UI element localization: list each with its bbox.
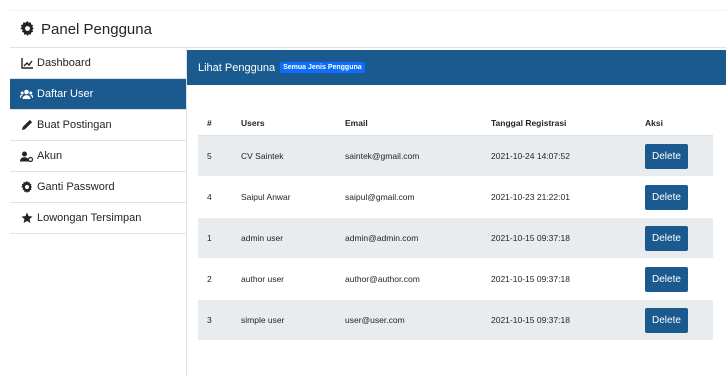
star-icon: [20, 212, 33, 225]
gear-icon: [20, 21, 36, 37]
cell-action: Delete: [636, 299, 713, 341]
cell-user: CV Saintek: [232, 135, 336, 177]
table-row: 3 simple user user@user.com 2021-10-15 0…: [198, 299, 713, 341]
card-header: Lihat Pengguna Semua Jenis Pengguna: [187, 50, 726, 85]
column-header-action: Aksi: [636, 110, 713, 136]
cell-email: saintek@gmail.com: [336, 135, 482, 177]
table-header-row: # Users Email Tanggal Registrasi Aksi: [198, 110, 713, 136]
delete-button[interactable]: Delete: [645, 143, 688, 169]
cell-id: 5: [198, 135, 232, 177]
sidebar-item-akun[interactable]: Akun: [10, 141, 186, 172]
card-title: Lihat Pengguna: [198, 61, 276, 74]
cell-action: Delete: [636, 176, 713, 218]
table-row: 5 CV Saintek saintek@gmail.com 2021-10-2…: [198, 135, 713, 177]
sidebar-item-label: Ganti Password: [37, 181, 115, 193]
cell-id: 2: [198, 258, 232, 300]
column-header-users: Users: [232, 110, 336, 136]
sidebar-item-lowongan-tersimpan[interactable]: Lowongan Tersimpan: [10, 203, 186, 234]
cell-user: simple user: [232, 299, 336, 341]
user-type-badge: Semua Jenis Pengguna: [280, 62, 365, 73]
users-icon: [20, 88, 33, 101]
cell-user: Saipul Anwar: [232, 176, 336, 218]
table-row: 1 admin user admin@admin.com 2021-10-15 …: [198, 217, 713, 259]
main-content: Lihat Pengguna Semua Jenis Pengguna # Us…: [187, 48, 726, 376]
delete-button[interactable]: Delete: [645, 307, 688, 333]
cell-id: 3: [198, 299, 232, 341]
users-table: # Users Email Tanggal Registrasi Aksi 5 …: [198, 110, 713, 341]
cell-email: admin@admin.com: [336, 217, 482, 259]
cog-icon: [20, 181, 33, 194]
sidebar: Dashboard Daftar User Buat Postingan Aku…: [10, 48, 187, 376]
page-title: Panel Pengguna: [41, 20, 152, 38]
sidebar-item-buat-postingan[interactable]: Buat Postingan: [10, 110, 186, 141]
sidebar-item-label: Buat Postingan: [37, 119, 112, 131]
cell-date: 2021-10-24 14:07:52: [482, 135, 636, 177]
sidebar-item-label: Daftar User: [37, 88, 94, 100]
cell-date: 2021-10-23 21:22:01: [482, 176, 636, 218]
top-navbar: Panel Pengguna: [10, 10, 726, 48]
user-cog-icon: [20, 150, 33, 163]
cell-action: Delete: [636, 135, 713, 177]
cell-user: admin user: [232, 217, 336, 259]
column-header-date: Tanggal Registrasi: [482, 110, 636, 136]
cell-id: 4: [198, 176, 232, 218]
sidebar-item-daftar-user[interactable]: Daftar User: [10, 79, 186, 110]
column-header-number: #: [198, 110, 232, 136]
sidebar-item-label: Dashboard: [37, 57, 91, 69]
table-row: 2 author user author@author.com 2021-10-…: [198, 258, 713, 300]
delete-button[interactable]: Delete: [645, 225, 688, 251]
cell-email: user@user.com: [336, 299, 482, 341]
cell-date: 2021-10-15 09:37:18: [482, 299, 636, 341]
column-header-email: Email: [336, 110, 482, 136]
cell-action: Delete: [636, 258, 713, 300]
cell-email: saipul@gmail.com: [336, 176, 482, 218]
table-row: 4 Saipul Anwar saipul@gmail.com 2021-10-…: [198, 176, 713, 218]
brand[interactable]: Panel Pengguna: [20, 21, 152, 38]
cell-id: 1: [198, 217, 232, 259]
delete-button[interactable]: Delete: [645, 184, 688, 210]
sidebar-item-ganti-password[interactable]: Ganti Password: [10, 172, 186, 203]
cell-email: author@author.com: [336, 258, 482, 300]
sidebar-item-dashboard[interactable]: Dashboard: [10, 48, 186, 79]
pencil-icon: [20, 119, 33, 132]
cell-date: 2021-10-15 09:37:18: [482, 258, 636, 300]
cell-action: Delete: [636, 217, 713, 259]
sidebar-item-label: Lowongan Tersimpan: [37, 212, 142, 224]
cell-date: 2021-10-15 09:37:18: [482, 217, 636, 259]
sidebar-item-label: Akun: [37, 150, 63, 162]
chart-line-icon: [20, 57, 33, 70]
delete-button[interactable]: Delete: [645, 266, 688, 292]
cell-user: author user: [232, 258, 336, 300]
